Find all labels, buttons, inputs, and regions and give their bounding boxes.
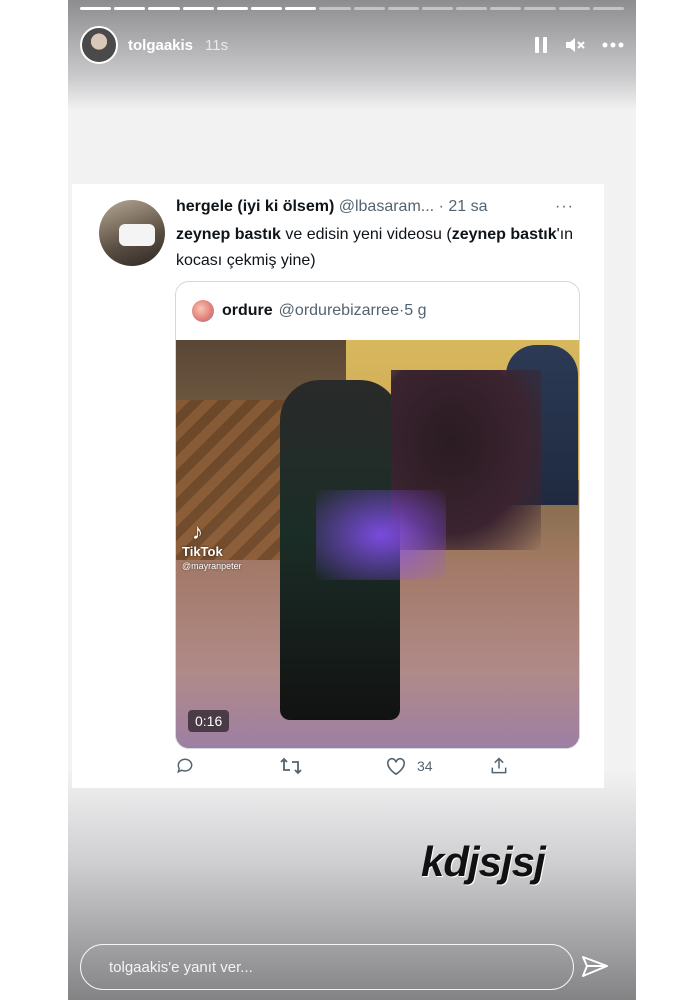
story-header: tolgaakis 11s [80,24,624,66]
quoted-author-handle: @ordurebizarree [278,302,399,319]
story-text-sticker: kdjsjsj [421,838,546,885]
like-action: 34 [385,756,433,776]
speaker-muted-icon[interactable] [564,36,586,54]
progress-segment [524,7,556,10]
quoted-tweet-header: ordure @ordurebizarree · 5 g [192,299,427,323]
share-icon [489,756,509,776]
progress-segment [285,7,317,10]
progress-segment [490,7,522,10]
comment-icon [175,756,195,776]
tiktok-watermark-label: TikTok [182,544,223,559]
story-username[interactable]: tolgaakis [128,37,193,54]
progress-segment [592,7,624,10]
tweet-author-handle: @lbasaram... [338,198,435,215]
tweet-author-name: hergele (iyi ki ölsem) [176,198,335,215]
progress-segment [558,7,590,10]
progress-segment [216,7,248,10]
progress-segment [387,7,419,10]
tweet-author-avatar [99,200,165,266]
progress-segment [148,7,180,10]
progress-segment [114,7,146,10]
quoted-author-name: ordure [222,302,273,319]
tiktok-logo-icon: ♪ [192,519,203,544]
more-horizontal-icon[interactable] [602,42,624,48]
quoted-tweet: ordure @ordurebizarree · 5 g ♪ TikTok @m… [175,281,580,749]
tweet-text-bold-2: zeynep bastık [451,226,557,243]
quoted-author-avatar [192,300,214,322]
heart-icon [385,756,407,776]
tweet-screenshot: hergele (iyi ki ölsem) @lbasaram... · 21… [72,184,604,788]
video-scene-light [316,490,446,580]
progress-segment [319,7,351,10]
tweet-actions: 34 [175,756,507,782]
send-icon[interactable] [580,952,610,987]
tweet-age: 21 sa [448,198,488,215]
tweet-text-bold-1: zeynep bastık [176,226,281,243]
separator-dot: · [438,198,444,215]
progress-segment [250,7,283,10]
tiktok-watermark-handle: @mayranpeter [182,561,242,571]
video-thumbnail: ♪ TikTok @mayranpeter 0:16 [176,340,579,748]
avatar[interactable] [80,26,118,64]
retweet-icon [279,756,303,776]
quoted-tweet-age: 5 g [404,302,427,319]
progress-segment [80,7,112,10]
progress-segment [182,7,214,10]
tweet-text-mid: ve edisin yeni videosu ( [280,226,452,243]
video-duration-badge: 0:16 [188,710,230,732]
story-controls [534,36,624,54]
tweet-text: zeynep bastık ve edisin yeni videosu (ze… [176,222,586,274]
progress-segment [421,7,454,10]
reply-input[interactable] [107,957,531,977]
story-timestamp: 11s [205,36,229,54]
tiktok-watermark: ♪ TikTok @mayranpeter [182,519,242,572]
progress-segment [353,7,385,10]
story-progress-bar [80,7,624,10]
pause-icon[interactable] [534,36,548,54]
story-viewer: tolgaakis 11s hergele (iyi ki ölsem) @lb… [68,0,636,1000]
reply-bar[interactable] [80,944,574,990]
like-count: 34 [417,758,433,774]
tweet-header: hergele (iyi ki ölsem) @lbasaram... · 21… [176,198,596,216]
tweet-more-icon: ··· [555,198,574,215]
progress-segment [456,7,488,10]
